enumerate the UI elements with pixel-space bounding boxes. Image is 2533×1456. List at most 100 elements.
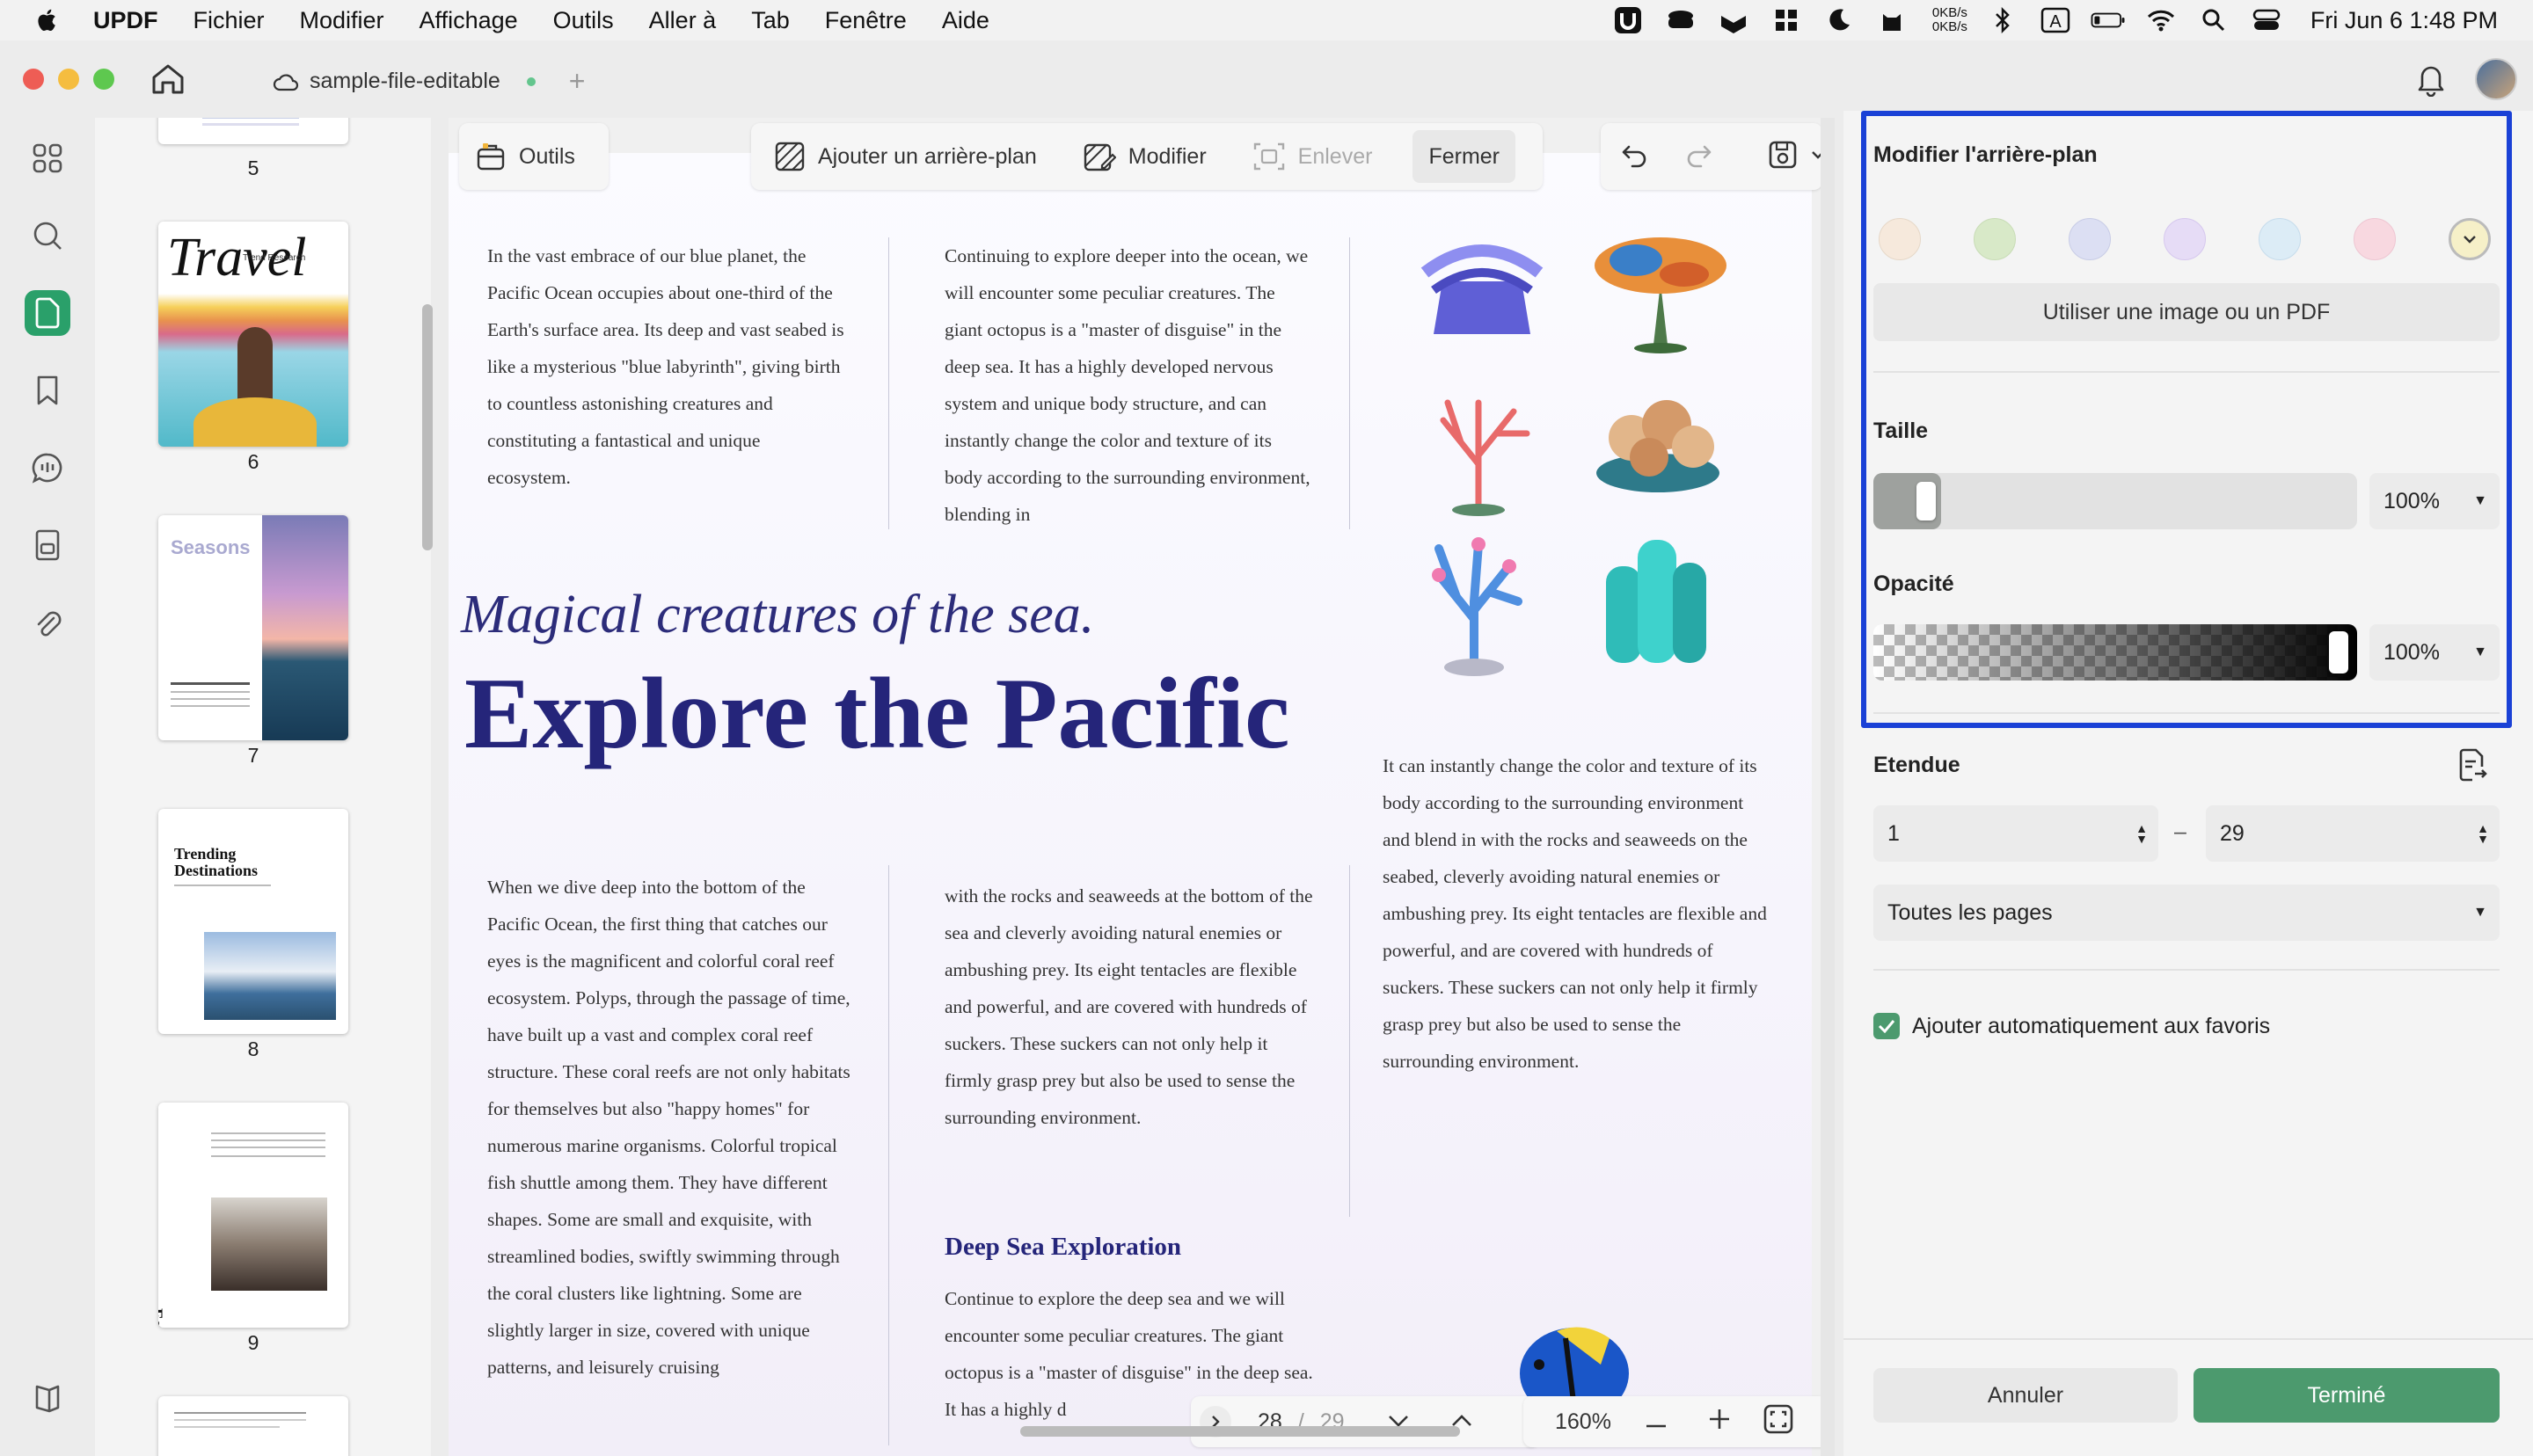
add-background-button[interactable]: Ajouter un arrière-plan [758,130,1053,183]
divider [1843,1338,2533,1340]
input-source-icon[interactable]: A [2038,6,2073,34]
net-up: 0KB/s [1931,5,1967,20]
document-vertical-scrollbar[interactable] [1821,118,1835,1456]
organize-pages-icon[interactable] [25,135,70,181]
notification-bell-icon[interactable] [2415,62,2447,101]
menu-aller-a[interactable]: Aller à [649,7,717,34]
title-bar: sample-file-editable + [0,40,2533,118]
tools-label: Outils [519,143,575,169]
form-fields-icon[interactable] [25,522,70,568]
avatar[interactable] [2475,58,2517,100]
battery-icon[interactable] [2091,6,2126,34]
clock[interactable]: Fri Jun 6 1:48 PM [2310,7,2498,34]
menu-app-name[interactable]: UPDF [93,7,158,34]
network-tray-icon[interactable] [1769,6,1804,34]
updf-tray-icon[interactable] [1610,6,1646,34]
paragraph: When we dive deep into the bottom of the… [487,877,850,1378]
bookmark-icon[interactable] [25,368,70,413]
tree-coral-image [1595,237,1726,353]
menu-aide[interactable]: Aide [942,7,989,34]
zoom-level[interactable]: 160% [1555,1409,1611,1435]
thumbnail-page-5[interactable] [158,118,348,144]
apple-icon[interactable] [33,6,62,34]
thumbnail-title: Trending Destinations [174,845,259,879]
new-tab-icon[interactable]: + [569,65,586,98]
favorites-label: Ajouter automatiquement aux favoris [1912,1013,2271,1038]
blue-coral-image [1432,537,1522,676]
download-tray-icon[interactable] [1716,6,1751,34]
close-background-button[interactable]: Fermer [1412,130,1515,183]
cat-tray-icon[interactable] [1874,6,1909,34]
menu-tab[interactable]: Tab [751,7,790,34]
anemone-image [1420,244,1544,334]
home-icon[interactable] [150,62,186,101]
zoom-in-icon[interactable] [1708,1408,1731,1437]
modify-background-button[interactable]: Modifier [1067,130,1223,183]
attachment-icon[interactable] [25,600,70,645]
thumbnail-page-9[interactable]: Eco-Friendly Retreats [158,1103,348,1328]
moon-tray-icon[interactable] [1821,6,1857,34]
search-icon[interactable] [25,213,70,258]
close-window-button[interactable] [23,69,44,90]
stepper-icon[interactable]: ▲ ▼ [2477,822,2489,845]
thumbnail-page-6[interactable]: Travel Trend Research [158,222,348,447]
stepper-icon[interactable]: ▲ ▼ [2135,822,2148,845]
tools-toolbar: Outils [459,123,609,190]
thumbnail-page-8[interactable]: Trending Destinations [158,809,348,1034]
document-title: Explore the Pacific [464,658,1290,770]
checkmark-icon [1878,1020,1895,1033]
tube-coral-image [1606,540,1706,663]
range-to-value: 29 [2220,820,2245,846]
thumbnails-icon[interactable] [25,290,70,336]
page-subset-select[interactable]: Toutes les pages ▼ [1873,885,2500,941]
cancel-button[interactable]: Annuler [1873,1368,2178,1423]
favorites-checkbox[interactable] [1873,1013,1900,1039]
redo-icon[interactable] [1683,140,1713,174]
save-icon[interactable] [1768,140,1798,174]
page-range-icon[interactable] [2454,747,2489,787]
menu-outils[interactable]: Outils [553,7,614,34]
minimize-window-button[interactable] [58,69,79,90]
control-center-icon[interactable] [2249,6,2284,34]
undo-icon[interactable] [1620,140,1650,174]
add-background-label: Ajouter un arrière-plan [818,143,1037,169]
thumbnails-scrollbar[interactable] [422,304,433,550]
spotlight-icon[interactable] [2196,6,2231,34]
drive-tray-icon[interactable] [1663,6,1698,34]
layers-icon[interactable] [25,1375,70,1421]
menu-fichier[interactable]: Fichier [193,7,265,34]
range-from-input[interactable]: 1 ▲ ▼ [1873,805,2158,862]
thumbnail-subtitle: Trend Research [243,253,306,263]
menu-modifier[interactable]: Modifier [300,7,384,34]
menu-affichage[interactable]: Affichage [420,7,518,34]
horizontal-scrollbar[interactable] [1020,1426,1460,1437]
column-divider [1349,865,1350,1217]
document-tab[interactable]: sample-file-editable + [273,65,585,98]
wifi-icon[interactable] [2143,6,2179,34]
range-to-input[interactable]: 29 ▲ ▼ [2206,805,2500,862]
comments-icon[interactable] [25,445,70,491]
tab-filename: sample-file-editable [310,69,500,93]
menu-fenetre[interactable]: Fenêtre [825,7,907,34]
thumbnail-number: 8 [247,1037,259,1060]
zoom-out-icon[interactable] [1645,1409,1668,1435]
left-sidebar [0,118,95,1456]
paragraph: Continuing to explore deeper into the oc… [945,245,1310,525]
remove-background-button[interactable]: Enlever [1237,130,1389,183]
thumbnail-number: 9 [247,1331,259,1354]
done-button[interactable]: Terminé [2194,1368,2500,1423]
remove-background-icon [1253,142,1284,171]
tools-button[interactable]: Outils [459,130,591,183]
cloud-icon [273,73,299,91]
dropdown-caret-icon: ▼ [2473,905,2487,920]
section-heading: Deep Sea Exploration [945,1233,1182,1261]
mushroom-coral-image [1596,400,1719,492]
fit-page-icon[interactable] [1763,1403,1794,1441]
paragraph: with the rocks and seaweeds at the botto… [945,885,1313,1128]
cancel-label: Annuler [1987,1382,2064,1408]
bluetooth-icon[interactable] [1985,6,2020,34]
thumbnail-page-7[interactable]: Seasons [158,515,348,740]
favorites-option: Ajouter automatiquement aux favoris [1873,1013,2270,1039]
thumbnail-page-10[interactable] [158,1396,348,1456]
zoom-window-button[interactable] [93,69,114,90]
